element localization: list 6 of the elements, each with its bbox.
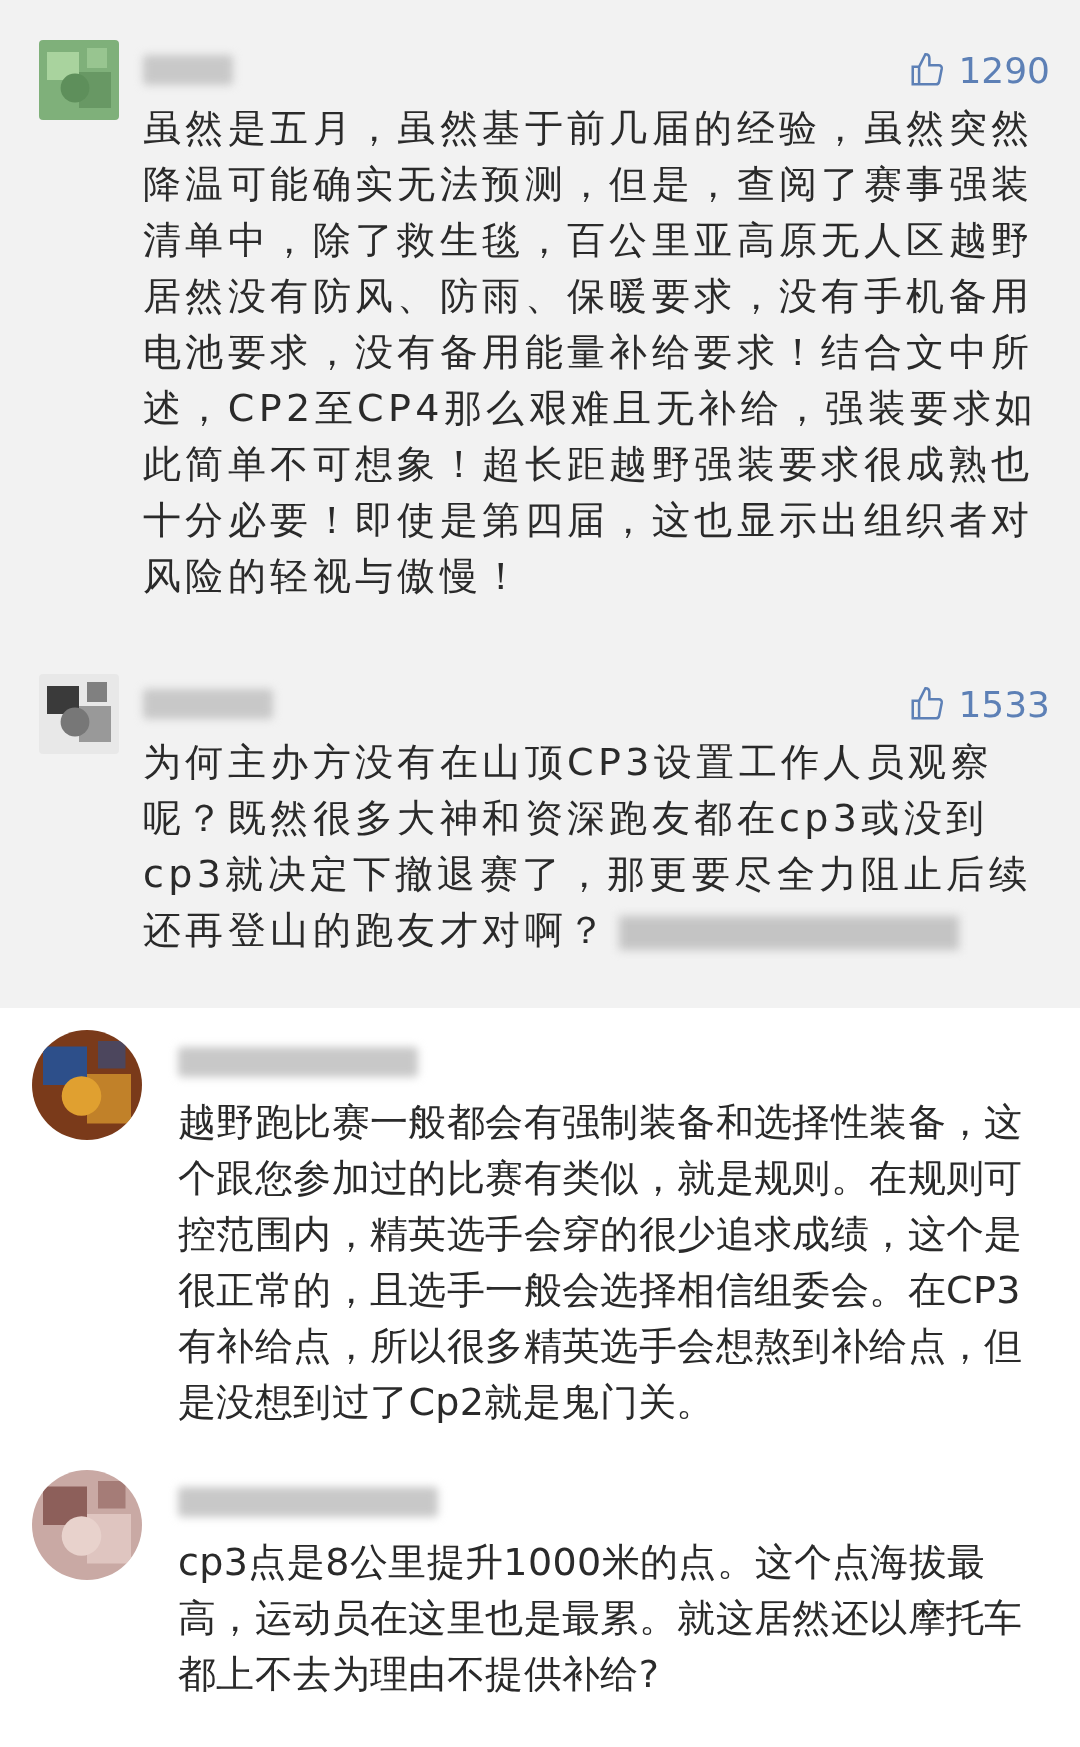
comment-text: 越野跑比赛一般都会有强制装备和选择性装备，这个跟您参加过的比赛有类似，就是规则。在规则可控范围内，精英选手会穿的很少追求成绩，这个是很正常的，且选手一般会选择相信组委会。在CP3有补给点，所以很多精英选手会想熬到补给点，但是没想到过了Cp2就是鬼门关。	[178, 1099, 1024, 1426]
comment-text: cp3点是8公里提升1000米的点。这个点海拔最高，运动员在这里也是最累。就这居然还以摩托车都上不去为理由不提供补给?	[178, 1539, 1024, 1698]
like-count: 1533	[958, 683, 1050, 725]
like-count: 1290	[958, 49, 1050, 91]
comment-text: 虽然是五月，虽然基于前几届的经验，虽然突然降温可能确实无法预测，但是，查阅了赛事强装清单中，除了救生毯，百公里亚高原无人区越野居然没有防风、防雨、保暖要求，没有手机备用电池要求，没有备用能量补给要求！结合文中所述，CP2至CP4那么艰难且无补给，强装要求如此简单不可想象！超长距越野强装要求很成熟也十分必要！即使是第四届，这也显示出组织者对风险的轻视与傲慢！	[143, 105, 1039, 600]
comment-text: 为何主办方没有在山顶CP3设置工作人员观察呢？既然很多大神和资深跑友都在cp3或没到cp3就决定下撤退赛了，那更要尽全力阻止后续还再登山的跑友才对啊？	[143, 739, 1032, 954]
